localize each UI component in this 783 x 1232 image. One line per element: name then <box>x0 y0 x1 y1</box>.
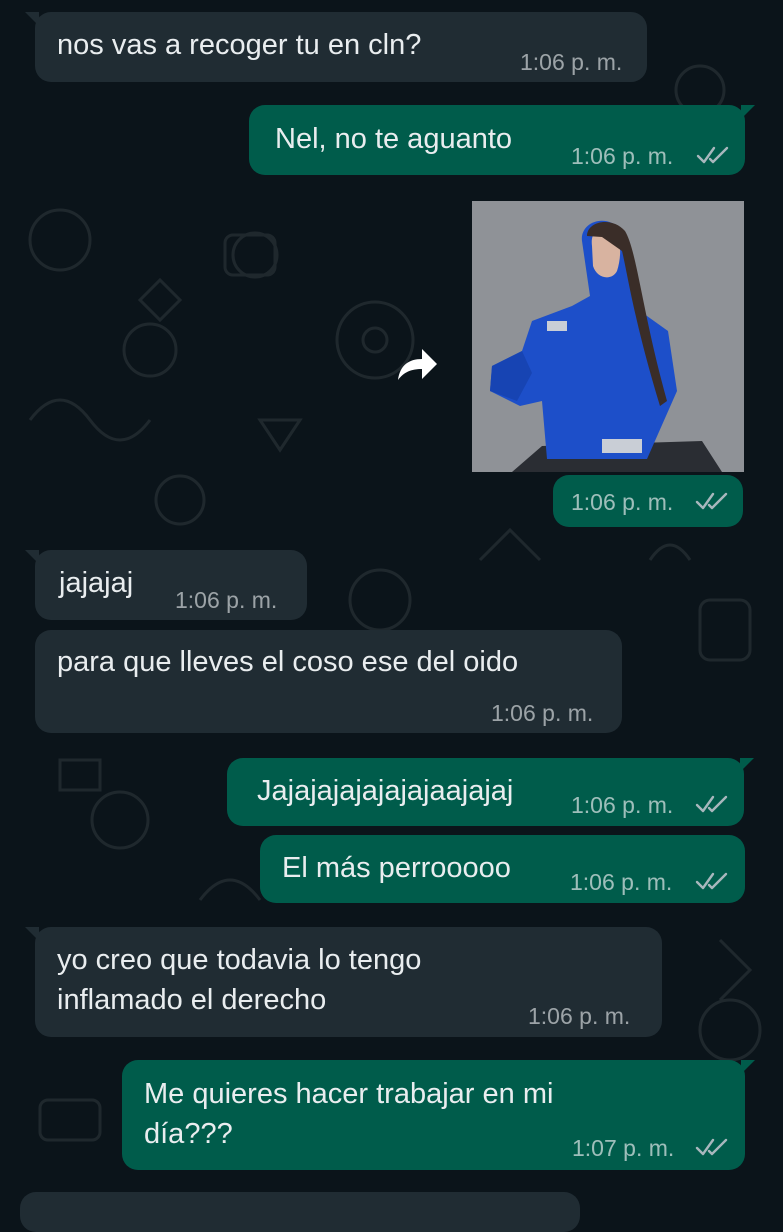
double-check-icon <box>695 1138 728 1156</box>
message-time: 1:06 p. m. <box>528 1003 631 1029</box>
message-text-line-1: yo creo que todavia lo tengo <box>57 944 422 976</box>
message-text: El más perrooooo <box>282 852 511 884</box>
message-text-line-1: Me quieres hacer trabajar en mi <box>144 1078 554 1110</box>
message-bubble-outgoing[interactable]: Jajajajajajajajaajajaj 1:06 p. m. <box>227 758 754 826</box>
double-check-icon <box>695 872 728 890</box>
message-bubble-outgoing[interactable]: Me quieres hacer trabajar en mi día??? 1… <box>122 1060 755 1170</box>
image-caption-bar: 1:06 p. m. <box>553 475 743 527</box>
message-text: Nel, no te aguanto <box>275 123 513 155</box>
forward-icon[interactable] <box>395 345 439 383</box>
message-time: 1:06 p. m. <box>520 49 623 75</box>
message-time: 1:06 p. m. <box>571 792 674 818</box>
message-bubble-incoming-partial[interactable] <box>20 1192 580 1232</box>
message-time: 1:06 p. m. <box>571 489 674 515</box>
double-check-icon <box>695 795 728 813</box>
message-text: nos vas a recoger tu en cln? <box>57 29 422 61</box>
message-time: 1:06 p. m. <box>571 143 674 169</box>
message-bubble-outgoing[interactable]: El más perrooooo 1:06 p. m. <box>260 835 745 903</box>
double-check-icon <box>695 492 728 510</box>
chat-thread: nos vas a recoger tu en cln? 1:06 p. m. … <box>0 0 783 1232</box>
double-check-icon <box>696 146 729 164</box>
message-bubble-incoming[interactable]: nos vas a recoger tu en cln? 1:06 p. m. <box>25 12 647 82</box>
message-time: 1:06 p. m. <box>570 869 673 895</box>
message-time: 1:07 p. m. <box>572 1135 675 1161</box>
message-bubble-incoming[interactable]: jajajaj 1:06 p. m. <box>25 550 307 620</box>
message-text: Jajajajajajajajaajajaj <box>257 775 514 807</box>
photo-woman-blue-sweater <box>472 201 744 472</box>
message-text: jajajaj <box>59 567 134 599</box>
message-bubble-outgoing[interactable]: Nel, no te aguanto 1:06 p. m. <box>249 105 755 175</box>
message-bubble-incoming[interactable]: yo creo que todavia lo tengo inflamado e… <box>25 927 662 1037</box>
message-bubble-incoming[interactable]: para que lleves el coso ese del oido 1:0… <box>35 630 622 733</box>
message-time: 1:06 p. m. <box>175 587 278 613</box>
sticker-image[interactable] <box>472 201 744 472</box>
message-text: para que lleves el coso ese del oido <box>57 646 519 678</box>
message-time: 1:06 p. m. <box>491 700 594 726</box>
message-text-line-2: día??? <box>144 1118 233 1150</box>
message-text-line-2: inflamado el derecho <box>57 984 327 1016</box>
